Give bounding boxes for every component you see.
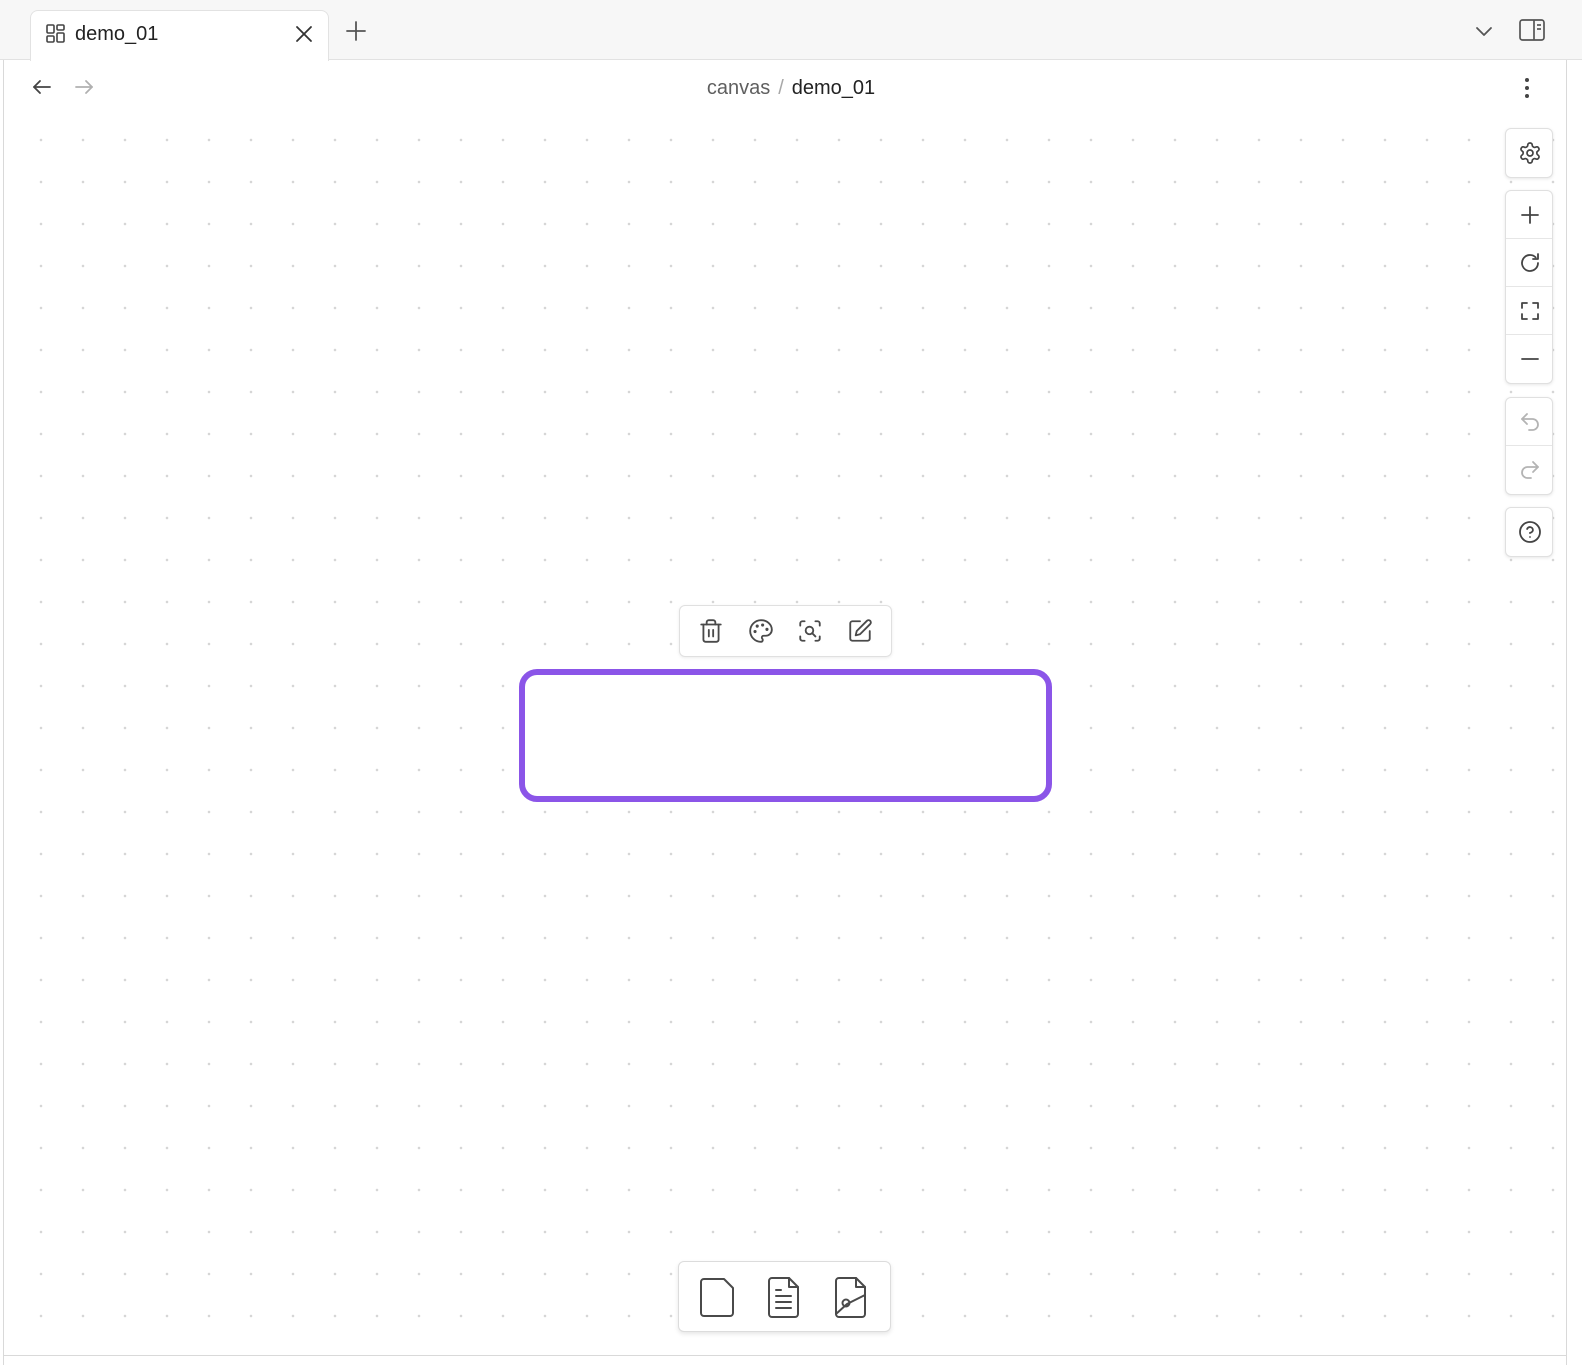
arrow-right-icon: [75, 80, 93, 94]
breadcrumb-current[interactable]: demo_01: [792, 77, 875, 99]
tab-title: demo_01: [75, 23, 159, 45]
new-tab-button[interactable]: [343, 18, 369, 44]
trash-icon: [700, 619, 722, 643]
delete-node-button[interactable]: [691, 611, 731, 651]
add-media-button[interactable]: [825, 1269, 877, 1325]
breadcrumb: canvas / demo_01: [0, 75, 1582, 101]
undo-button[interactable]: [1506, 398, 1552, 446]
card-creation-menu: [678, 1261, 891, 1332]
help-icon: [1519, 521, 1541, 543]
tab-list-button[interactable]: [1471, 18, 1497, 44]
add-media-icon: [834, 1276, 866, 1318]
back-button[interactable]: [29, 74, 55, 100]
zoom-to-selection-icon: [799, 620, 822, 642]
more-vertical-icon: [1525, 78, 1529, 98]
help-control-group: [1505, 507, 1553, 557]
zoom-out-button[interactable]: [1506, 335, 1552, 383]
zoom-to-fit-icon: [1521, 301, 1539, 320]
help-button[interactable]: [1506, 508, 1552, 556]
edit-icon: [849, 619, 872, 642]
breadcrumb-separator: /: [778, 77, 784, 99]
arrow-left-icon: [33, 80, 51, 94]
zoom-in-button[interactable]: [1506, 191, 1552, 239]
edit-node-button[interactable]: [840, 611, 880, 651]
redo-icon: [1521, 461, 1539, 479]
close-icon[interactable]: [293, 23, 315, 45]
zoom-control-group: [1505, 190, 1553, 384]
minus-icon: [1521, 358, 1539, 360]
node-context-menu: [679, 605, 892, 657]
plus-icon: [346, 21, 366, 41]
reset-zoom-icon: [1521, 252, 1539, 272]
window-border-left: [3, 60, 4, 1365]
forward-button[interactable]: [71, 74, 97, 100]
palette-icon: [748, 619, 773, 643]
new-card-icon: [700, 1277, 735, 1317]
set-color-button[interactable]: [741, 611, 781, 651]
chevron-down-icon: [1476, 27, 1492, 36]
tab-demo-01[interactable]: demo_01: [30, 10, 329, 61]
history-control-group: [1505, 397, 1553, 495]
window-border-right: [1566, 60, 1567, 1365]
zoom-to-fit-button[interactable]: [1506, 287, 1552, 335]
plus-icon: [1521, 205, 1539, 224]
canvas-layout-icon: [45, 23, 67, 45]
app-window: demo_01 canvas / demo_01: [0, 0, 1582, 1369]
undo-icon: [1521, 412, 1539, 431]
canvas-settings-button[interactable]: [1506, 129, 1552, 177]
tab-bar: demo_01: [0, 0, 1582, 61]
sidebar-toggle-button[interactable]: [1517, 16, 1547, 44]
canvas-card-node[interactable]: [519, 669, 1052, 802]
add-card-button[interactable]: [692, 1269, 744, 1325]
gear-icon: [1520, 142, 1540, 164]
breadcrumb-parent[interactable]: canvas: [707, 77, 770, 99]
window-border-bottom: [3, 1355, 1567, 1356]
more-options-button[interactable]: [1514, 74, 1540, 102]
zoom-to-selection-button[interactable]: [790, 611, 830, 651]
reset-zoom-button[interactable]: [1506, 239, 1552, 287]
right-sidebar-icon: [1519, 19, 1545, 41]
settings-control-group: [1505, 128, 1553, 178]
redo-button[interactable]: [1506, 446, 1552, 494]
add-note-button[interactable]: [758, 1269, 810, 1325]
add-note-icon: [768, 1276, 800, 1318]
